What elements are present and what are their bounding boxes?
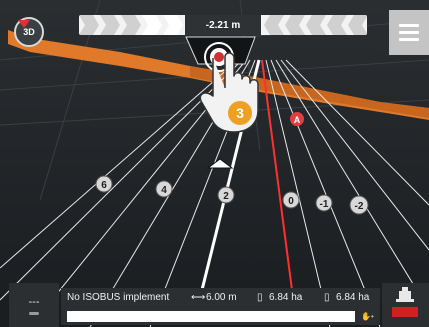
- svg-text:3: 3: [236, 105, 244, 121]
- lightbar-segment-right: [284, 15, 305, 35]
- point-a-marker[interactable]: A: [290, 112, 304, 126]
- hamburger-menu-icon: [399, 24, 419, 27]
- swath-label: -2: [349, 195, 369, 215]
- swath-label: 4: [155, 180, 173, 198]
- view-3d-button[interactable]: 3D: [14, 17, 44, 47]
- field-view[interactable]: 6 4 2 0 -1 -2 A 3: [0, 0, 429, 327]
- progress-area: ✋•: [61, 308, 380, 325]
- lightbar-segment-right: [305, 15, 326, 35]
- lightbar-segment-left-active: [142, 15, 163, 35]
- working-width-icon: ⟷: [191, 292, 206, 303]
- swath-label: 0: [282, 191, 300, 209]
- left-status-box[interactable]: ---: [9, 283, 59, 327]
- swath-label: 6: [95, 175, 113, 193]
- svg-text:4: 4: [161, 185, 167, 196]
- svg-text:6: 6: [101, 180, 107, 191]
- view-mode-label: 3D: [23, 27, 35, 37]
- working-width-value: 6.00 m: [206, 292, 237, 303]
- lightbar-segment-left: [79, 15, 100, 35]
- lightbar: -2.21 m: [79, 15, 367, 35]
- svg-text:A: A: [294, 115, 301, 125]
- implement-button[interactable]: [382, 283, 429, 327]
- svg-text:2: 2: [223, 191, 229, 202]
- lightbar-segment-right: [263, 15, 284, 35]
- guidance-screen: 6 4 2 0 -1 -2 A 3 3D -2.21 m --- No ISOB…: [0, 0, 429, 327]
- lightbar-segment-right: [347, 15, 367, 35]
- implement-icon: [392, 287, 418, 317]
- svg-text:0: 0: [288, 196, 294, 207]
- work-progress-bar: [67, 311, 355, 322]
- lightbar-segment-left: [121, 15, 142, 35]
- implement-name: No ISOBUS implement: [67, 292, 170, 303]
- swath-label: -1: [315, 194, 333, 212]
- progress-end-icon: ✋•: [361, 312, 374, 321]
- svg-text:-2: -2: [355, 201, 364, 212]
- main-menu-button[interactable]: [389, 10, 429, 55]
- area-counter-icon: ▯: [257, 292, 263, 303]
- area-total-icon: ▯: [324, 292, 330, 303]
- lightbar-segment-left-active: [163, 15, 184, 35]
- lightbar-segment-right: [326, 15, 347, 35]
- area-value-2: 6.84 ha: [336, 292, 370, 303]
- lightbar-segment-left: [100, 15, 121, 35]
- swath-label: 2: [217, 186, 235, 204]
- area-value-1: 6.84 ha: [269, 292, 303, 303]
- status-bar: No ISOBUS implement ⟷ 6.00 m ▯ 6.84 ha ▯…: [61, 288, 380, 308]
- left-status-label: ---: [28, 295, 40, 308]
- indicator-pill: [29, 311, 39, 315]
- svg-text:-1: -1: [320, 199, 329, 210]
- cross-track-offset: -2.21 m: [185, 15, 261, 35]
